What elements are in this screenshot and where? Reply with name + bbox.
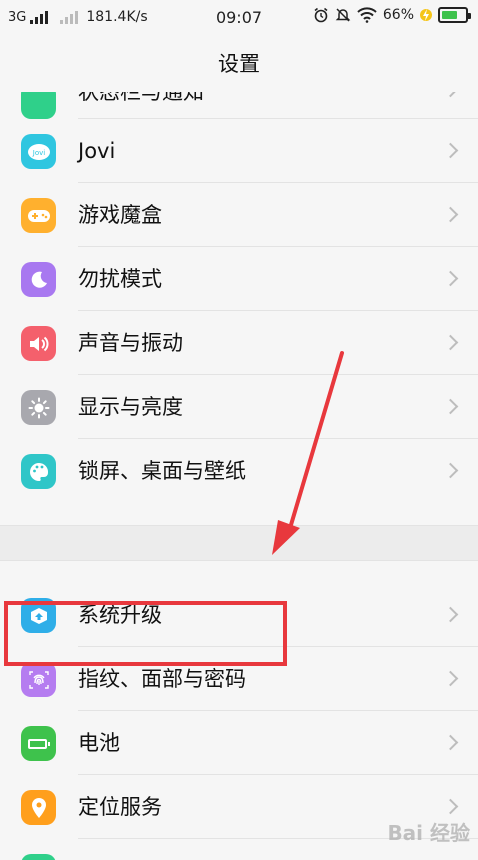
charging-icon [420,9,432,21]
item-label: Jovi [78,139,116,163]
battery-percent: 66% [382,7,414,23]
battery-fill [442,11,457,19]
svg-text:Jovi: Jovi [31,149,44,157]
settings-screen: 3G 181.4K/s 09:07 66% 设置 状态栏与通知 Jovi Jov… [0,0,478,860]
upgrade-icon [21,598,56,633]
battery-icon [438,7,471,23]
chevron-right-icon [442,206,459,223]
alarm-icon [314,7,328,23]
chevron-right-icon [442,334,459,351]
page-title: 设置 [218,52,260,76]
item-label: 指纹、面部与密码 [78,667,246,691]
item-label: 显示与亮度 [78,395,183,419]
chevron-right-icon [442,92,459,98]
list-item-jovi[interactable]: Jovi Jovi [0,119,478,183]
title-bar: 设置 [0,36,478,92]
notification-icon [21,92,56,119]
moon-icon [21,262,56,297]
battery-icon [21,726,56,761]
item-label: 声音与振动 [78,331,183,355]
list-item-battery[interactable]: 电池 [0,711,478,775]
chevron-right-icon [442,798,459,815]
item-label: 电池 [78,731,120,755]
item-label: 状态栏与通知 [78,92,204,104]
watermark: Bai 经验 [387,821,470,845]
list-item-lockscreen-wallpaper[interactable]: 锁屏、桌面与壁纸 [0,439,478,503]
fingerprint-icon [21,662,56,697]
item-label: 游戏魔盒 [78,203,162,227]
chevron-right-icon [442,462,459,479]
game-icon [21,198,56,233]
list-item-do-not-disturb[interactable]: 勿扰模式 [0,247,478,311]
list-item-system-upgrade[interactable]: 系统升级 [0,583,478,647]
list-item-sound[interactable]: 声音与振动 [0,311,478,375]
chevron-right-icon [442,142,459,159]
chevron-right-icon [442,270,459,287]
wifi-icon [357,7,377,23]
item-label: 运存与存储空间 [78,839,225,860]
section-divider [0,525,478,561]
item-label: 系统升级 [78,603,162,627]
status-bar: 3G 181.4K/s 09:07 66% [0,0,478,36]
sun-icon [21,390,56,425]
jovi-icon: Jovi [21,134,56,169]
chevron-right-icon [442,670,459,687]
item-label: 锁屏、桌面与壁纸 [78,459,246,483]
palette-icon [21,454,56,489]
location-icon [21,790,56,825]
status-right: 66% [313,7,471,23]
list-item-fingerprint-face-password[interactable]: 指纹、面部与密码 [0,647,478,711]
mute-icon [335,8,351,22]
speaker-icon [21,326,56,361]
item-label: 定位服务 [78,795,162,819]
settings-list: 状态栏与通知 Jovi Jovi 游戏魔盒 勿扰模式 声音与振动 显示与亮度 锁… [0,92,478,860]
list-item-game-box[interactable]: 游戏魔盒 [0,183,478,247]
list-item-display[interactable]: 显示与亮度 [0,375,478,439]
item-label: 勿扰模式 [78,267,162,291]
chevron-right-icon [442,606,459,623]
chevron-right-icon [442,734,459,751]
chevron-right-icon [442,398,459,415]
list-item-notifications[interactable]: 状态栏与通知 [0,92,478,119]
storage-icon [21,854,56,860]
